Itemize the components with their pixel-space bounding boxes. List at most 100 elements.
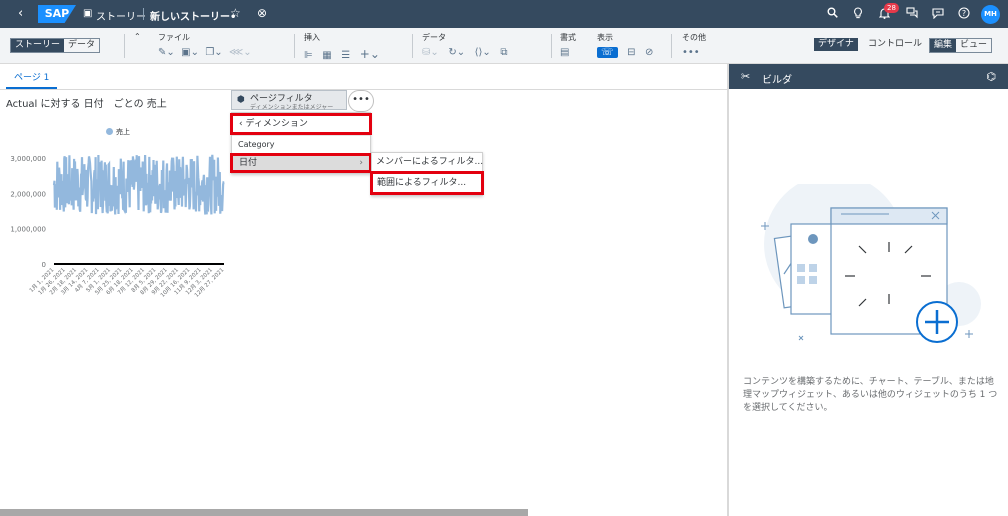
builder-empty-description: コンテンツを構築するために、チャート、テーブル、または地理マップウィジェット、あ… [743, 377, 998, 413]
lightbulb-icon[interactable] [853, 7, 863, 22]
story-toolbar: ストーリー データ ⌃ ファイル ✎⌄ ▣⌄ ❐⌄ ⋘⌄ 挿入 ⊫ ▦ ☰ +⌄… [0, 28, 1008, 64]
menu-item-category[interactable]: Category [232, 135, 370, 153]
view-mode-button[interactable]: ビュー [956, 39, 991, 52]
builder-title: ビルダ [762, 75, 792, 86]
format-icon[interactable]: ▤ [560, 47, 576, 58]
help-icon[interactable]: ? [958, 7, 970, 22]
format-group: 書式 ▤ [560, 32, 576, 58]
table-insert-icon[interactable]: ▦ [322, 50, 331, 61]
date-filter-submenu: メンバーによるフィルタ... 範囲によるフィルタ... [370, 152, 484, 196]
filter-cube-icon: ⬢ [237, 95, 245, 105]
view-icons[interactable]: ☏ ⊟ ⊘ [597, 47, 653, 58]
story-tab-button[interactable]: ストーリー [11, 39, 65, 52]
add-widget-icon[interactable]: +⌄ [360, 47, 380, 61]
file-group-label: ファイル [158, 33, 190, 42]
story-data-switch: ストーリー データ [10, 38, 101, 53]
notification-badge: 28 [884, 3, 899, 13]
page-filter-chip[interactable]: ⬢ ページフィルタ ディメンションまたはメジャー [231, 90, 347, 111]
y-tick-label: 1,000,000 [10, 226, 46, 234]
share-icon[interactable]: ⋘⌄ [229, 47, 252, 58]
menu-item-member-filter[interactable]: メンバーによるフィルタ... [372, 153, 483, 171]
favorite-star-icon[interactable]: ☆ [230, 6, 241, 20]
builder-panel: ✂ ビルダ ⌬ コンテンツを構築するために、チャート、テーブル、または地理マップ… [729, 64, 1008, 516]
menu-item-date[interactable]: 日付 › [230, 153, 372, 173]
view-group: 表示 ☏ ⊟ ⊘ [597, 32, 653, 58]
insert-icons[interactable]: ⊫ ▦ ☰ +⌄ [304, 47, 380, 61]
more-options-icon[interactable]: ••• [682, 47, 706, 58]
divider [551, 34, 552, 58]
story-breadcrumb[interactable]: ストーリー [96, 8, 146, 23]
empty-builder-illustration-icon [761, 184, 981, 343]
control-button[interactable]: コントロール [868, 38, 922, 51]
designer-button[interactable]: デザイナ [814, 38, 858, 51]
chat-icon[interactable] [906, 7, 918, 22]
shell-bar: ‹ SAP ▣ ストーリー 新しいストーリー• ☆ ⊗ 28 ? MH [0, 0, 1008, 28]
data-tab-button[interactable]: データ [64, 39, 99, 52]
discussion-icon[interactable] [932, 7, 944, 22]
tools-icon: ✂ [741, 70, 751, 83]
x-axis: 1月 1, 20211月 26, 20212月 18, 20213月 14, 2… [28, 266, 225, 298]
data-group-label: データ [422, 33, 446, 42]
format-brush-icon[interactable]: ⌬ [986, 70, 996, 83]
refresh-icon[interactable]: ↻⌄ [448, 47, 465, 58]
menu-item-range-filter[interactable]: 範囲によるフィルタ... [370, 171, 484, 195]
divider [143, 8, 144, 20]
insert-group-label: 挿入 [304, 33, 320, 42]
y-tick-label: 0 [42, 261, 46, 269]
search-icon[interactable] [827, 7, 838, 21]
compass-icon[interactable]: ⊘ [645, 47, 653, 58]
save-icon[interactable]: ▣⌄ [181, 47, 199, 58]
page-filter-subtitle: ディメンションまたはメジャー [250, 104, 334, 111]
avatar[interactable]: MH [981, 5, 1000, 24]
chevron-right-icon: › [359, 158, 363, 168]
comment-icon[interactable]: ☏ [597, 47, 618, 58]
date-label: 日付 [239, 158, 258, 168]
sap-logo[interactable]: SAP [38, 5, 76, 23]
divider [124, 34, 125, 58]
chart-legend: 売上 [106, 127, 130, 137]
back-icon[interactable]: ‹ [18, 6, 23, 21]
chart-insert-icon[interactable]: ⊫ [304, 50, 313, 61]
format-group-label: 書式 [560, 33, 576, 42]
tab-page-1[interactable]: ページ 1 [6, 70, 58, 89]
divider [671, 34, 672, 58]
story-icon: ▣ [83, 8, 93, 19]
panel-icon[interactable]: ⊟ [627, 47, 635, 58]
chevron-up-icon: ⌃ [134, 32, 141, 41]
link-icon[interactable]: ⧉ [500, 47, 507, 58]
formula-icon[interactable]: ⟨⟩⌄ [475, 47, 491, 58]
other-group-label: その他 [682, 33, 706, 42]
data-group: データ ⛁⌄ ↻⌄ ⟨⟩⌄ ⧉ [422, 32, 508, 58]
divider [294, 34, 295, 58]
document-title: 新しいストーリー• [150, 12, 237, 23]
view-group-label: 表示 [597, 33, 613, 42]
data-source-icon[interactable]: ⛁⌄ [422, 47, 439, 58]
other-group: その他 ••• [682, 32, 706, 58]
dimension-menu: ‹ ディメンション Category 日付 › [230, 112, 372, 174]
file-icons[interactable]: ✎⌄ ▣⌄ ❐⌄ ⋘⌄ [158, 47, 252, 58]
input-control-icon[interactable]: ☰ [341, 50, 350, 61]
dimension-back-header[interactable]: ‹ ディメンション [230, 113, 372, 135]
sales-series[interactable] [52, 154, 225, 215]
edit-wand-icon[interactable]: ✎⌄ [158, 47, 175, 58]
legend-marker-icon [106, 128, 113, 135]
more-options-button[interactable]: ••• [348, 90, 374, 112]
y-tick-label: 2,000,000 [10, 190, 46, 198]
file-group: ファイル ✎⌄ ▣⌄ ❐⌄ ⋘⌄ [158, 32, 252, 58]
y-tick-label: 3,000,000 [10, 155, 46, 163]
horizontal-scrollbar[interactable] [0, 509, 528, 516]
svg-text:?: ? [962, 9, 966, 18]
y-axis: 3,000,000 2,000,000 1,000,000 0 [10, 155, 46, 269]
chart-title: Actual に対する 日付 ごとの 売上 [6, 99, 167, 110]
insert-group: 挿入 ⊫ ▦ ☰ +⌄ [304, 32, 380, 61]
edit-mode-button[interactable]: 編集 [930, 39, 957, 52]
legend-label: 売上 [116, 128, 130, 136]
sales-line[interactable] [52, 154, 225, 215]
data-icons[interactable]: ⛁⌄ ↻⌄ ⟨⟩⌄ ⧉ [422, 47, 508, 58]
sales-line-chart[interactable]: 3,000,000 2,000,000 1,000,000 0 1月 1, 20211… [0, 140, 230, 330]
page-tab-bar: ページ 1 [0, 64, 727, 90]
close-circle-icon[interactable]: ⊗ [257, 6, 267, 20]
copy-icon[interactable]: ❐⌄ [205, 47, 222, 58]
collapse-toolbar-button[interactable]: ⌃ [134, 32, 141, 41]
dimension-header-label: ディメンション [245, 119, 308, 129]
